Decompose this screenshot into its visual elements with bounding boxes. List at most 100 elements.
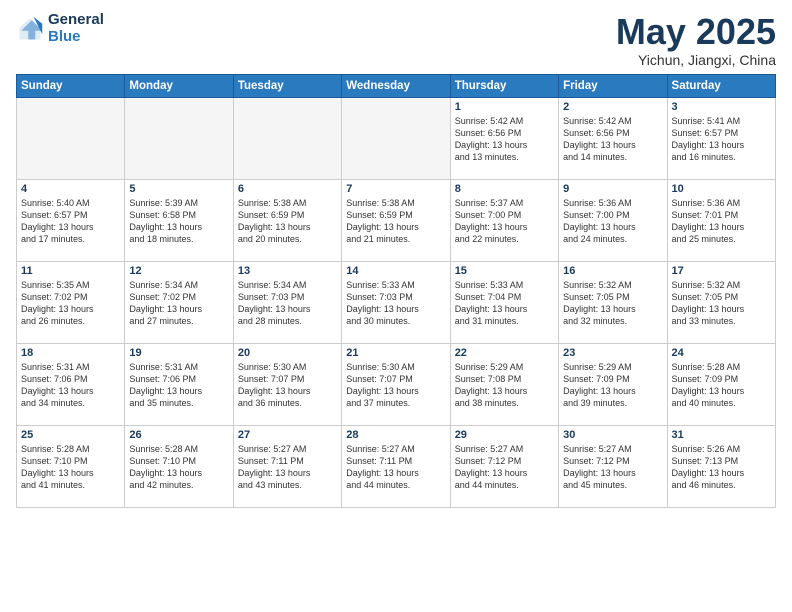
- day-number: 25: [21, 429, 120, 441]
- day-info: Sunrise: 5:31 AMSunset: 7:06 PMDaylight:…: [129, 361, 228, 410]
- day-number: 28: [346, 429, 445, 441]
- day-info: Sunrise: 5:27 AMSunset: 7:12 PMDaylight:…: [455, 443, 554, 492]
- day-info: Sunrise: 5:32 AMSunset: 7:05 PMDaylight:…: [563, 279, 662, 328]
- day-info: Sunrise: 5:27 AMSunset: 7:12 PMDaylight:…: [563, 443, 662, 492]
- day-number: 29: [455, 429, 554, 441]
- day-number: 30: [563, 429, 662, 441]
- title-block: May 2025 Yichun, Jiangxi, China: [616, 12, 776, 68]
- day-info: Sunrise: 5:33 AMSunset: 7:03 PMDaylight:…: [346, 279, 445, 328]
- day-number: 21: [346, 347, 445, 359]
- calendar-cell: 8 Sunrise: 5:37 AMSunset: 7:00 PMDaylight…: [450, 179, 558, 261]
- day-info: Sunrise: 5:30 AMSunset: 7:07 PMDaylight:…: [346, 361, 445, 410]
- day-info: Sunrise: 5:42 AMSunset: 6:56 PMDaylight:…: [563, 115, 662, 164]
- calendar-cell: 5 Sunrise: 5:39 AMSunset: 6:58 PMDaylight…: [125, 179, 233, 261]
- calendar-cell: 18 Sunrise: 5:31 AMSunset: 7:06 PMDayligh…: [17, 343, 125, 425]
- calendar-cell: 2 Sunrise: 5:42 AMSunset: 6:56 PMDaylight…: [559, 97, 667, 179]
- header: General Blue May 2025 Yichun, Jiangxi, C…: [16, 12, 776, 68]
- calendar-cell: 4 Sunrise: 5:40 AMSunset: 6:57 PMDaylight…: [17, 179, 125, 261]
- day-info: Sunrise: 5:27 AMSunset: 7:11 PMDaylight:…: [346, 443, 445, 492]
- calendar-cell: 25 Sunrise: 5:28 AMSunset: 7:10 PMDayligh…: [17, 425, 125, 507]
- day-number: 23: [563, 347, 662, 359]
- calendar-cell: 24 Sunrise: 5:28 AMSunset: 7:09 PMDayligh…: [667, 343, 775, 425]
- day-info: Sunrise: 5:42 AMSunset: 6:56 PMDaylight:…: [455, 115, 554, 164]
- day-info: Sunrise: 5:34 AMSunset: 7:03 PMDaylight:…: [238, 279, 337, 328]
- calendar-cell: 12Sunrise: 5:34 AMSunset: 7:02 PMDayligh…: [125, 261, 233, 343]
- day-info: Sunrise: 5:34 AMSunset: 7:02 PMDaylight:…: [129, 279, 228, 328]
- day-number: 31: [672, 429, 771, 441]
- day-info: Sunrise: 5:31 AMSunset: 7:06 PMDaylight:…: [21, 361, 120, 410]
- calendar-cell: 15Sunrise: 5:33 AMSunset: 7:04 PMDayligh…: [450, 261, 558, 343]
- calendar-cell: 19 Sunrise: 5:31 AMSunset: 7:06 PMDayligh…: [125, 343, 233, 425]
- day-number: 17: [672, 265, 771, 277]
- calendar-cell: 3Sunrise: 5:41 AMSunset: 6:57 PMDaylight…: [667, 97, 775, 179]
- day-info: Sunrise: 5:38 AMSunset: 6:59 PMDaylight:…: [346, 197, 445, 246]
- calendar-cell: 11Sunrise: 5:35 AMSunset: 7:02 PMDayligh…: [17, 261, 125, 343]
- weekday-header-friday: Friday: [559, 74, 667, 97]
- calendar-cell: 14 Sunrise: 5:33 AMSunset: 7:03 PMDayligh…: [342, 261, 450, 343]
- day-number: 7: [346, 183, 445, 195]
- day-number: 16: [563, 265, 662, 277]
- day-info: Sunrise: 5:38 AMSunset: 6:59 PMDaylight:…: [238, 197, 337, 246]
- day-info: Sunrise: 5:40 AMSunset: 6:57 PMDaylight:…: [21, 197, 120, 246]
- day-info: Sunrise: 5:39 AMSunset: 6:58 PMDaylight:…: [129, 197, 228, 246]
- calendar-cell: [233, 97, 341, 179]
- day-number: 13: [238, 265, 337, 277]
- day-info: Sunrise: 5:36 AMSunset: 7:01 PMDaylight:…: [672, 197, 771, 246]
- calendar-week-4: 18 Sunrise: 5:31 AMSunset: 7:06 PMDayligh…: [17, 343, 776, 425]
- day-number: 19: [129, 347, 228, 359]
- day-number: 8: [455, 183, 554, 195]
- day-info: Sunrise: 5:36 AMSunset: 7:00 PMDaylight:…: [563, 197, 662, 246]
- calendar-cell: 10 Sunrise: 5:36 AMSunset: 7:01 PMDayligh…: [667, 179, 775, 261]
- weekday-header-wednesday: Wednesday: [342, 74, 450, 97]
- day-info: Sunrise: 5:28 AMSunset: 7:10 PMDaylight:…: [129, 443, 228, 492]
- calendar-cell: 13 Sunrise: 5:34 AMSunset: 7:03 PMDayligh…: [233, 261, 341, 343]
- calendar-cell: 28 Sunrise: 5:27 AMSunset: 7:11 PMDayligh…: [342, 425, 450, 507]
- day-number: 27: [238, 429, 337, 441]
- day-info: Sunrise: 5:28 AMSunset: 7:09 PMDaylight:…: [672, 361, 771, 410]
- calendar-cell: [17, 97, 125, 179]
- calendar-cell: 21 Sunrise: 5:30 AMSunset: 7:07 PMDayligh…: [342, 343, 450, 425]
- calendar-cell: 6 Sunrise: 5:38 AMSunset: 6:59 PMDaylight…: [233, 179, 341, 261]
- calendar-week-1: 1 Sunrise: 5:42 AMSunset: 6:56 PMDaylight…: [17, 97, 776, 179]
- day-number: 1: [455, 101, 554, 113]
- day-number: 26: [129, 429, 228, 441]
- day-number: 20: [238, 347, 337, 359]
- calendar-cell: 22Sunrise: 5:29 AMSunset: 7:08 PMDayligh…: [450, 343, 558, 425]
- day-info: Sunrise: 5:29 AMSunset: 7:08 PMDaylight:…: [455, 361, 554, 410]
- day-number: 18: [21, 347, 120, 359]
- day-info: Sunrise: 5:27 AMSunset: 7:11 PMDaylight:…: [238, 443, 337, 492]
- day-info: Sunrise: 5:32 AMSunset: 7:05 PMDaylight:…: [672, 279, 771, 328]
- day-number: 2: [563, 101, 662, 113]
- calendar-cell: 20 Sunrise: 5:30 AMSunset: 7:07 PMDayligh…: [233, 343, 341, 425]
- calendar-cell: [342, 97, 450, 179]
- logo-icon: [16, 15, 44, 43]
- day-number: 10: [672, 183, 771, 195]
- calendar-cell: 23Sunrise: 5:29 AMSunset: 7:09 PMDayligh…: [559, 343, 667, 425]
- logo: General Blue: [16, 12, 104, 45]
- day-info: Sunrise: 5:33 AMSunset: 7:04 PMDaylight:…: [455, 279, 554, 328]
- day-number: 4: [21, 183, 120, 195]
- calendar-week-2: 4 Sunrise: 5:40 AMSunset: 6:57 PMDaylight…: [17, 179, 776, 261]
- calendar-cell: 31Sunrise: 5:26 AMSunset: 7:13 PMDayligh…: [667, 425, 775, 507]
- calendar-cell: 9 Sunrise: 5:36 AMSunset: 7:00 PMDaylight…: [559, 179, 667, 261]
- location-subtitle: Yichun, Jiangxi, China: [616, 52, 776, 68]
- day-number: 6: [238, 183, 337, 195]
- weekday-header-thursday: Thursday: [450, 74, 558, 97]
- weekday-header-saturday: Saturday: [667, 74, 775, 97]
- weekday-header-monday: Monday: [125, 74, 233, 97]
- calendar-cell: 16 Sunrise: 5:32 AMSunset: 7:05 PMDayligh…: [559, 261, 667, 343]
- calendar-cell: 17 Sunrise: 5:32 AMSunset: 7:05 PMDayligh…: [667, 261, 775, 343]
- day-number: 5: [129, 183, 228, 195]
- calendar-cell: 26 Sunrise: 5:28 AMSunset: 7:10 PMDayligh…: [125, 425, 233, 507]
- calendar-cell: 29 Sunrise: 5:27 AMSunset: 7:12 PMDayligh…: [450, 425, 558, 507]
- day-info: Sunrise: 5:28 AMSunset: 7:10 PMDaylight:…: [21, 443, 120, 492]
- calendar-cell: 30 Sunrise: 5:27 AMSunset: 7:12 PMDayligh…: [559, 425, 667, 507]
- weekday-header-tuesday: Tuesday: [233, 74, 341, 97]
- day-info: Sunrise: 5:41 AMSunset: 6:57 PMDaylight:…: [672, 115, 771, 164]
- day-number: 9: [563, 183, 662, 195]
- day-info: Sunrise: 5:30 AMSunset: 7:07 PMDaylight:…: [238, 361, 337, 410]
- calendar-week-5: 25 Sunrise: 5:28 AMSunset: 7:10 PMDayligh…: [17, 425, 776, 507]
- day-number: 24: [672, 347, 771, 359]
- day-number: 14: [346, 265, 445, 277]
- day-info: Sunrise: 5:37 AMSunset: 7:00 PMDaylight:…: [455, 197, 554, 246]
